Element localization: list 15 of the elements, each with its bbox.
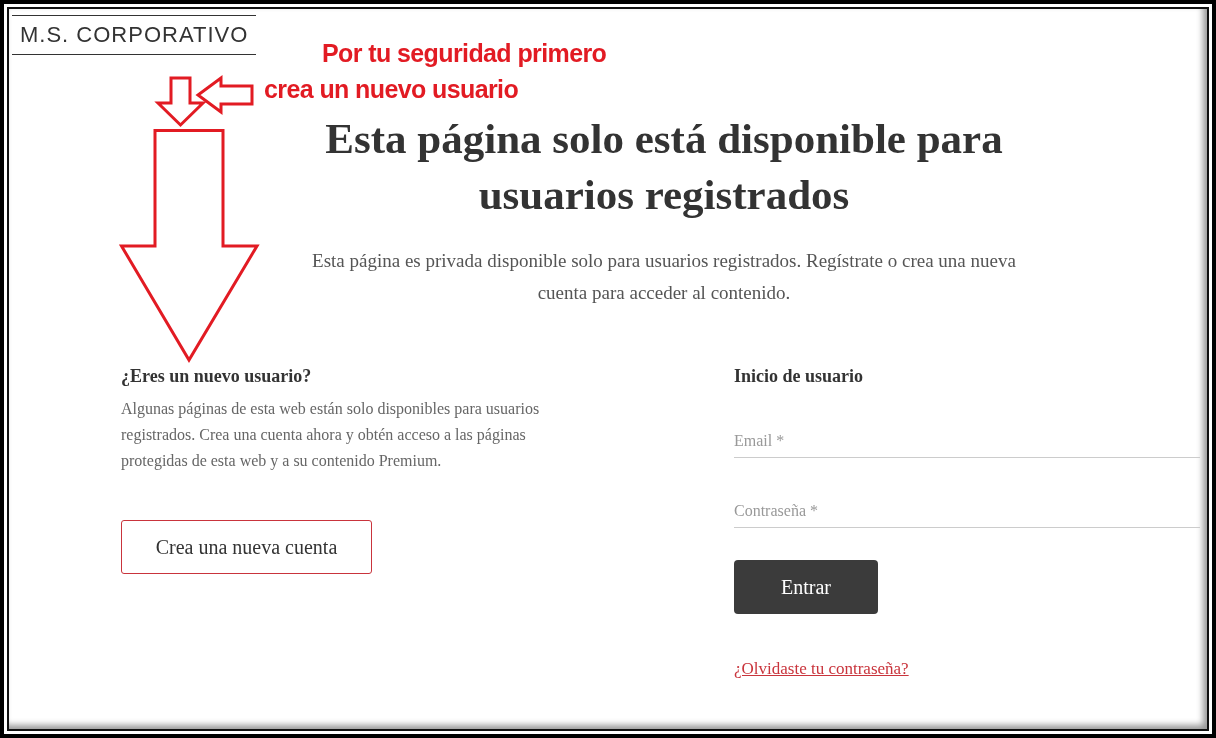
page-subtitle: Esta página es privada disponible solo para usuarios registrados. Regístrate o crea una nueva cuenta para acceder al contenido. xyxy=(311,249,1017,305)
create-account-button[interactable]: Crea una nueva cuenta xyxy=(121,520,372,574)
annotation-text: crea un nuevo usuario xyxy=(264,76,519,104)
section-text: Algunas páginas de esta web están solo disponibles para usuarios registrados. Crea una cuenta ahora y obtén acceso a las páginas protegidas de esta web y a su contenido Premium. xyxy=(121,399,541,472)
annotation-text: Por tu seguridad primero xyxy=(322,40,607,68)
section-heading: Inicio de usuario xyxy=(734,365,865,388)
password-field[interactable]: Contraseña * xyxy=(734,496,1200,528)
email-field[interactable]: Email * xyxy=(734,426,1200,458)
annotation-arrow xyxy=(157,77,205,127)
login-button[interactable]: Entrar xyxy=(734,560,878,614)
annotation-arrow xyxy=(197,77,253,113)
forgot-password-link[interactable]: ¿Olvidaste tu contraseña? xyxy=(734,659,909,679)
site-logo[interactable]: M.S. CORPORATIVO xyxy=(12,15,257,55)
section-heading: ¿Eres un nuevo usuario? xyxy=(121,365,313,388)
page-title: Esta página solo está disponible para usuarios registrados xyxy=(324,114,1004,220)
